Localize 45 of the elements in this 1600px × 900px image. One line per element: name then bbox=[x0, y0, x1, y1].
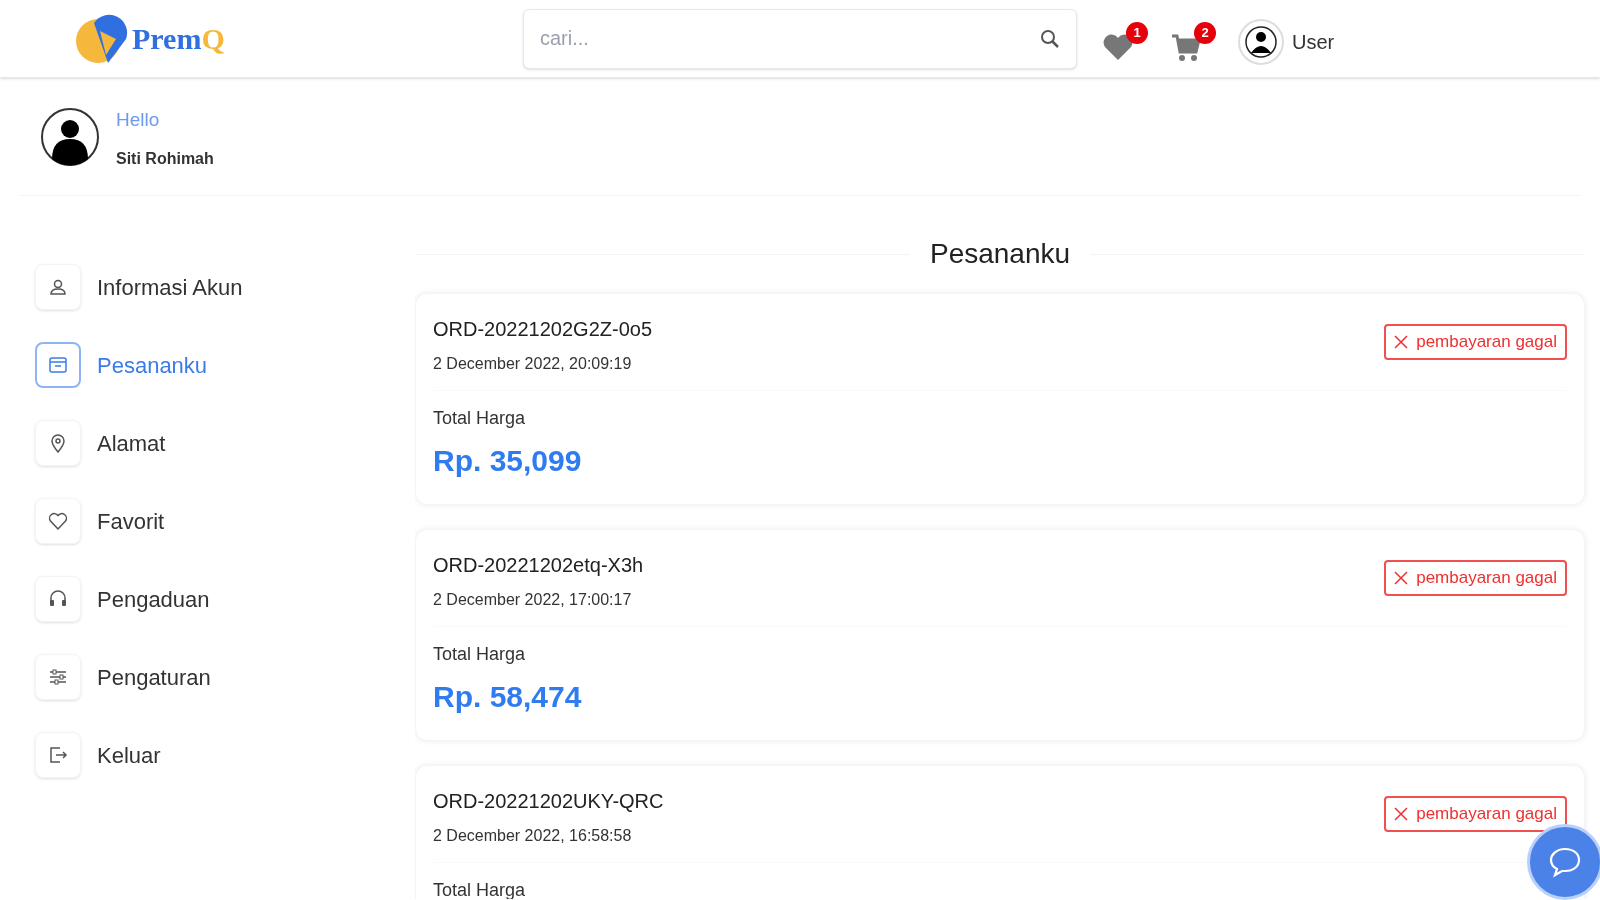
order-number: ORD-20221202G2Z-0o5 bbox=[433, 317, 652, 342]
sidebar-item[interactable]: Pengaduan bbox=[35, 576, 415, 622]
count-badge: 2 bbox=[1194, 21, 1216, 44]
user-name: Siti Rohimah bbox=[116, 148, 214, 169]
total-price: Rp. 35,099 bbox=[433, 443, 583, 479]
order-card[interactable]: ORD-20221202etq-X3h 2 December 2022, 17:00:17 pembayaran gagal Total Harga Rp. 58,474 bbox=[415, 529, 1585, 741]
user-avatar-icon[interactable] bbox=[1238, 18, 1284, 65]
cross-icon bbox=[1394, 335, 1409, 349]
sidebar-item[interactable]: Pengaturan bbox=[35, 654, 415, 700]
user-menu-link[interactable]: User bbox=[1292, 26, 1335, 57]
order-date: 2 December 2022, 16:58:58 bbox=[433, 826, 633, 846]
chat-icon bbox=[1548, 846, 1582, 878]
status-badge: pembayaran gagal bbox=[1384, 324, 1567, 360]
total-label: Total Harga bbox=[433, 407, 527, 430]
order-date: 2 December 2022, 20:09:19 bbox=[433, 354, 633, 374]
order-card[interactable]: ORD-20221202G2Z-0o5 2 December 2022, 20:09:19 pembayaran gagal Total Harga Rp. 35,099 bbox=[415, 293, 1585, 505]
total-price: Rp. 58,474 bbox=[433, 679, 583, 715]
sidebar-item[interactable]: Pesananku bbox=[35, 342, 415, 388]
order-number: ORD-20221202etq-X3h bbox=[433, 553, 644, 578]
sidebar-item[interactable]: Keluar bbox=[35, 732, 415, 778]
menu-icon bbox=[47, 354, 69, 376]
cross-icon bbox=[1394, 807, 1409, 821]
sidebar-item[interactable]: Informasi Akun bbox=[35, 264, 415, 310]
menu-icon bbox=[47, 666, 69, 688]
sidebar-item[interactable]: Favorit bbox=[35, 498, 415, 544]
menu-icon bbox=[47, 510, 69, 532]
total-label: Total Harga bbox=[433, 643, 527, 666]
order-date: 2 December 2022, 17:00:17 bbox=[433, 590, 633, 610]
cross-icon bbox=[1394, 571, 1409, 585]
search-field[interactable]: cari... bbox=[523, 8, 1077, 69]
count-badge: 1 bbox=[1126, 21, 1148, 44]
search-icon[interactable] bbox=[1039, 27, 1061, 50]
status-badge: pembayaran gagal bbox=[1384, 560, 1567, 596]
sidebar-item[interactable]: Alamat bbox=[35, 420, 415, 466]
favorites-button[interactable]: 1 bbox=[1102, 21, 1148, 62]
order-number: ORD-20221202UKY-QRC bbox=[433, 789, 664, 814]
total-label: Total Harga bbox=[433, 879, 527, 899]
logo-text[interactable]: PremQ bbox=[132, 23, 225, 54]
cart-button[interactable]: 2 bbox=[1170, 21, 1216, 62]
section-title: Pesananku bbox=[929, 237, 1071, 271]
greeting-text: Hello bbox=[116, 108, 161, 133]
profile-avatar-icon bbox=[40, 106, 100, 167]
menu-icon bbox=[47, 744, 69, 766]
status-badge: pembayaran gagal bbox=[1384, 796, 1567, 832]
order-card[interactable]: ORD-20221202UKY-QRC 2 December 2022, 16:58:58 pembayaran gagal Total Harga bbox=[415, 765, 1585, 899]
